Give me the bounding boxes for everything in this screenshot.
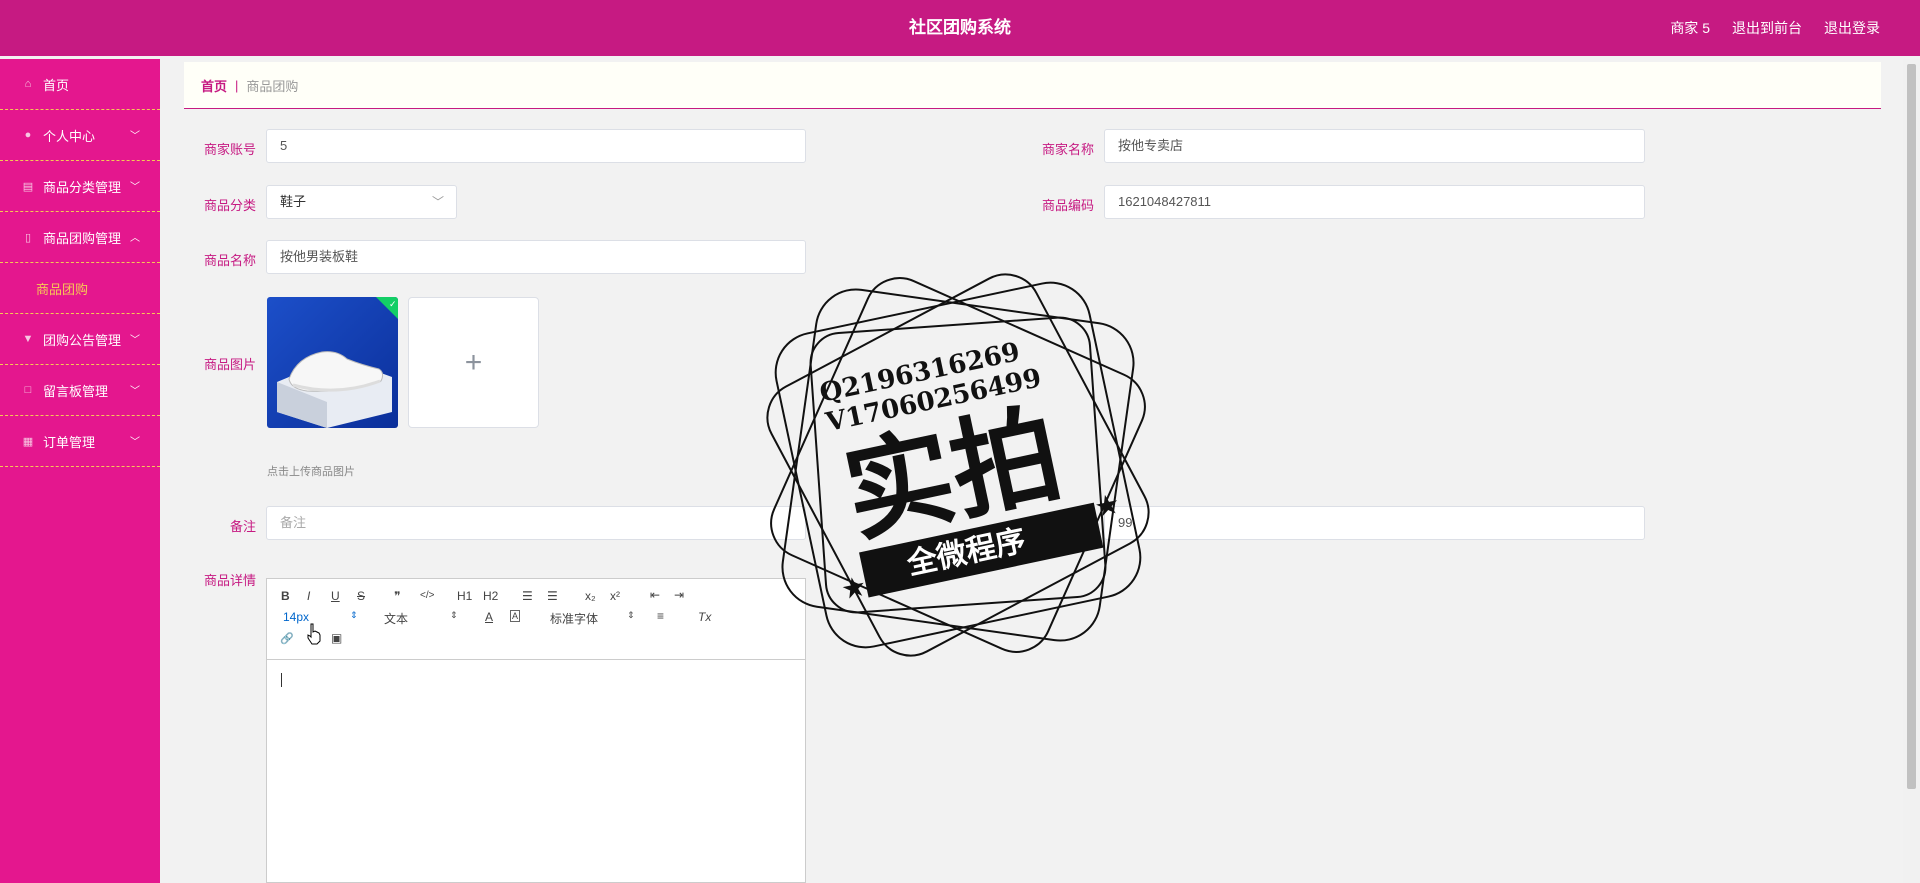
grid-icon: ▦: [22, 435, 34, 448]
superscript-button[interactable]: x²: [610, 589, 620, 603]
product-code-label: 商品编码: [1041, 198, 1094, 213]
align-button[interactable]: ≡: [657, 609, 664, 623]
sidebar-item-label: 商品分类管理: [43, 179, 122, 195]
strike-button[interactable]: S: [357, 589, 365, 603]
category-selected-value: 鞋子: [280, 194, 307, 209]
font-color-button[interactable]: A: [485, 610, 493, 624]
price-input[interactable]: 99: [1104, 506, 1645, 540]
chevron-down-icon: ﹀: [130, 437, 140, 448]
bullet-list-button[interactable]: ☰: [547, 589, 558, 603]
breadcrumb-separator: |: [235, 77, 239, 93]
chevron-down-icon: ﹀: [431, 195, 444, 209]
sidebar-item-messages[interactable]: □ 留言板管理 ﹀: [0, 365, 160, 416]
product-image-thumbnail[interactable]: ✓: [267, 297, 398, 428]
merchant-account-input[interactable]: 5: [266, 129, 806, 163]
breadcrumb-home[interactable]: 首页: [201, 76, 227, 95]
product-image-label: 商品图片: [203, 357, 256, 372]
chevron-down-icon: ﹀: [130, 131, 140, 142]
sidebar: ⌂ 首页 ● 个人中心 ﹀ ▤ 商品分类管理 ﹀ ▯ 商品团购管理 ︿ 商品团购…: [0, 59, 160, 883]
plus-icon: +: [464, 345, 483, 379]
back-to-front-link[interactable]: 退出到前台: [1732, 0, 1802, 56]
upload-hint: 点击上传商品图片: [267, 466, 355, 478]
merchant-name-label: 商家名称: [1041, 142, 1094, 157]
header-actions: 商家 5 退出到前台 退出登录: [1670, 0, 1880, 56]
sidebar-item-profile[interactable]: ● 个人中心 ﹀: [0, 110, 160, 161]
sidebar-item-label: 个人中心: [43, 128, 96, 144]
watermark-stamp: Q2196316269 V17060256499 实拍 全微程序 ★ ★: [766, 273, 1150, 657]
clipboard-icon: ▤: [22, 180, 34, 193]
video-button[interactable]: ▣: [331, 631, 342, 645]
pin-icon: ▼: [22, 333, 34, 345]
code-button[interactable]: </>: [420, 590, 434, 601]
sidebar-item-label: 留言板管理: [43, 383, 109, 399]
font-size-arrows-icon: ⇕: [350, 610, 358, 620]
remark-input[interactable]: 备注: [266, 506, 806, 540]
logout-link[interactable]: 退出登录: [1824, 0, 1880, 56]
product-name-input[interactable]: 按他男装板鞋: [266, 240, 806, 274]
background-color-button[interactable]: A: [510, 610, 521, 622]
svg-text:✓: ✓: [389, 300, 397, 310]
product-code-input[interactable]: 1621048427811: [1104, 185, 1645, 219]
sidebar-item-label: 订单管理: [43, 434, 96, 450]
underline-button[interactable]: U: [331, 589, 340, 603]
remark-label: 备注: [229, 519, 256, 534]
home-icon: ⌂: [24, 78, 32, 90]
sidebar-subitem-groupbuy[interactable]: 商品团购: [0, 263, 160, 314]
clean-format-button[interactable]: Tx: [698, 610, 711, 624]
h1-button[interactable]: H1: [457, 589, 472, 603]
rich-text-editor: B I U S ❞ </> H1 H2 ☰ ☰ x₂ x² ⇤ ⇥ 14px ⇕…: [266, 578, 806, 883]
breadcrumb: 首页 | 商品团购: [184, 62, 1881, 109]
italic-button[interactable]: I: [307, 589, 310, 603]
sidebar-item-groupbuy[interactable]: ▯ 商品团购管理 ︿: [0, 212, 160, 263]
header-arrows-icon: ⇕: [450, 610, 458, 620]
chevron-up-icon: ︿: [130, 233, 140, 244]
editor-toolbar: B I U S ❞ </> H1 H2 ☰ ☰ x₂ x² ⇤ ⇥ 14px ⇕…: [267, 579, 805, 660]
indent-right-button[interactable]: ⇥: [674, 588, 684, 602]
sidebar-subitem-label: 商品团购: [36, 281, 89, 297]
square-icon: □: [24, 384, 32, 396]
mouse-cursor-icon: [307, 623, 321, 645]
sidebar-item-orders[interactable]: ▦ 订单管理 ﹀: [0, 416, 160, 467]
category-select[interactable]: 鞋子 ﹀: [266, 185, 457, 219]
subscript-button[interactable]: x₂: [585, 589, 596, 603]
breadcrumb-current: 商品团购: [246, 78, 299, 94]
current-user: 商家 5: [1670, 20, 1710, 36]
header-select[interactable]: 文本: [384, 610, 408, 627]
chevron-down-icon: ﹀: [130, 182, 140, 193]
sidebar-item-label: 商品团购管理: [43, 230, 122, 246]
merchant-account-label: 商家账号: [203, 142, 256, 157]
merchant-name-input[interactable]: 按他专卖店: [1104, 129, 1645, 163]
chevron-down-icon: ﹀: [130, 335, 140, 346]
font-family-select[interactable]: 标准字体: [550, 610, 598, 627]
link-button[interactable]: 🔗: [280, 632, 294, 645]
shoe-image: ✓: [267, 297, 398, 428]
bold-button[interactable]: B: [281, 589, 290, 603]
ordered-list-button[interactable]: ☰: [522, 589, 533, 603]
mic-icon: ▯: [24, 231, 32, 244]
font-family-arrows-icon: ⇕: [627, 610, 635, 620]
sidebar-item-label: 团购公告管理: [43, 332, 122, 348]
sidebar-item-label: 首页: [43, 77, 70, 93]
category-label: 商品分类: [203, 198, 256, 213]
indent-left-button[interactable]: ⇤: [650, 588, 660, 602]
top-header: 社区团购系统 商家 5 退出到前台 退出登录: [0, 0, 1920, 56]
chevron-down-icon: ﹀: [130, 386, 140, 397]
product-name-label: 商品名称: [203, 253, 256, 268]
sidebar-item-announcement[interactable]: ▼ 团购公告管理 ﹀: [0, 314, 160, 365]
scrollbar-thumb[interactable]: [1907, 64, 1916, 789]
sidebar-item-category[interactable]: ▤ 商品分类管理 ﹀: [0, 161, 160, 212]
sidebar-item-home[interactable]: ⌂ 首页: [0, 59, 160, 110]
star-icon: ★: [1092, 488, 1123, 524]
details-label: 商品详情: [203, 573, 256, 588]
h2-button[interactable]: H2: [483, 589, 498, 603]
user-icon: ●: [24, 129, 32, 141]
quote-button[interactable]: ❞: [394, 589, 400, 603]
upload-add-button[interactable]: +: [408, 297, 539, 428]
text-caret: [281, 673, 282, 687]
page-scrollbar[interactable]: [1903, 59, 1920, 883]
app-title: 社区团购系统: [909, 18, 1011, 37]
